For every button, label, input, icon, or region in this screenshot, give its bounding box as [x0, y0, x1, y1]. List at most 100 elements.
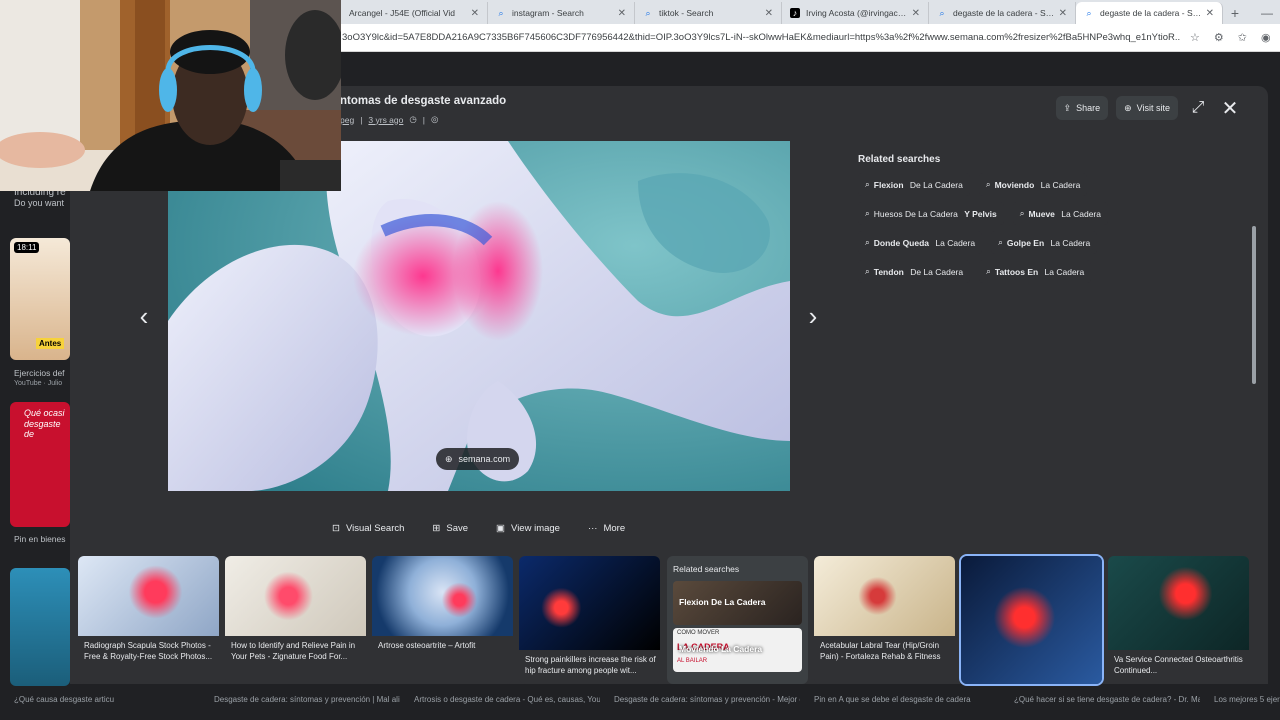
search-icon: ⌕ — [985, 179, 991, 189]
tab-degaste-search-2[interactable]: ⌕ degaste de la cadera - Search ✕ — [1076, 2, 1223, 24]
ellipsis-icon: ··· — [587, 523, 598, 534]
chip-text: La Cadera — [1042, 266, 1085, 277]
minimize-icon[interactable]: — — [1254, 2, 1280, 24]
share-icon: ⇪ — [1063, 102, 1072, 113]
visit-site-button[interactable]: ⊕ Visit site — [1116, 96, 1178, 120]
viewer-meta: peg | 3 yrs ago ◷ | ◎ — [340, 114, 438, 125]
bg-thumb-label: Qué ocasi — [24, 408, 65, 418]
extension-icon[interactable]: ⚙ — [1214, 31, 1224, 44]
view-image-button[interactable]: ▣ View image — [496, 523, 560, 534]
expand-icon: ⤢ — [1191, 99, 1205, 116]
bg-result-caption[interactable]: Desgaste de cadera: síntomas y prevenció… — [600, 695, 800, 720]
bg-image-thumbnail[interactable]: Qué ocasi desgaste de — [10, 402, 70, 527]
viewer-actions: ⇪ Share ⊕ Visit site ⤢ ✕ — [1055, 96, 1242, 120]
share-label: Share — [1076, 103, 1101, 113]
save-button[interactable]: ⊞ Save — [432, 523, 468, 534]
next-arrow[interactable]: › — [803, 301, 823, 332]
image-icon: ▣ — [496, 523, 506, 534]
image-card[interactable]: How to Identify and Relieve Pain in Your… — [225, 556, 366, 684]
share-button[interactable]: ⇪ Share — [1055, 96, 1109, 120]
source-badge[interactable]: ⊕ semana.com — [436, 448, 520, 470]
webcam-feed — [0, 0, 341, 191]
related-chip[interactable]: ⌕ Tendon De La Cadera — [858, 260, 971, 283]
tab-arcangel[interactable]: Arcangel - J54E (Official Vid ✕ — [341, 2, 488, 24]
tab-tiktok-profile[interactable]: ♪ Irving Acosta (@irvingacosta ✕ — [782, 2, 929, 24]
previous-arrow[interactable]: ‹ — [134, 301, 154, 332]
scrollbar[interactable] — [1252, 226, 1256, 384]
close-icon[interactable]: ✕ — [1206, 8, 1214, 19]
profile-icon[interactable]: ◉ — [1261, 31, 1271, 44]
image-card-caption: Acetabular Labral Tear (Hip/Groin Pain) … — [820, 641, 941, 661]
visual-search-label: Visual Search — [345, 523, 405, 534]
chip-bold-text: Flexion — [873, 179, 904, 190]
close-icon[interactable]: ✕ — [765, 8, 773, 19]
new-tab-button[interactable]: + — [1223, 2, 1247, 24]
bg-image-thumbnail[interactable] — [10, 568, 70, 686]
expand-button[interactable]: ⤢ — [1186, 96, 1210, 120]
image-card[interactable]: Strong painkillers increase the risk of … — [519, 556, 660, 684]
related-chip[interactable]: ⌕ Huesos De La Cadera Y Pelvis — [858, 202, 1004, 225]
webcam-overlay — [0, 0, 341, 191]
close-icon[interactable]: ✕ — [912, 8, 920, 19]
background-bottom-row: ¿Qué causa desgaste articu Desgaste de c… — [0, 695, 1280, 720]
close-icon[interactable]: ✕ — [618, 8, 626, 19]
tiktok-icon: ♪ — [790, 8, 800, 18]
close-icon[interactable]: ✕ — [471, 8, 479, 19]
bg-result-caption[interactable]: Artrosis o desgaste de cadera - Qué es, … — [400, 695, 600, 720]
chip-bold-text: Tendon — [873, 266, 904, 277]
related-item[interactable]: COMO MOVER LA CADERA AL BAILAR Moviendo … — [673, 628, 802, 672]
close-icon[interactable]: ✕ — [1059, 8, 1067, 19]
bg-result-caption[interactable]: Los mejores 5 ejercicios YouTube · Fisio… — [1200, 695, 1280, 720]
bg-thumb-label: desgaste de — [24, 419, 61, 439]
file-type-link[interactable]: peg — [340, 115, 354, 125]
info-icon[interactable]: ◎ — [431, 114, 438, 125]
url-text[interactable]: 3oO3Y9lc&id=5A7E8DDA216A9C7335B6F745606C… — [342, 32, 1180, 43]
related-chip[interactable]: ⌕ Moviendo La Cadera — [978, 173, 1088, 196]
chip-bold-text: Y Pelvis — [964, 208, 997, 219]
globe-icon: ⊕ — [445, 453, 453, 464]
search-icon: ⌕ — [986, 266, 991, 276]
image-card[interactable]: Artrose osteoartrite – Artofit — [372, 556, 513, 684]
tab-label: tiktok - Search — [659, 8, 714, 18]
bg-result-caption[interactable]: ¿Qué hacer si se tiene desgaste de cader… — [1000, 695, 1200, 720]
related-chips: ⌕ Flexion De La Cadera ⌕ Moviendo La Cadera… — [858, 173, 1158, 283]
star-icon[interactable]: ☆ — [1190, 31, 1200, 44]
tab-degaste-search-1[interactable]: ⌕ degaste de la cadera - Search ✕ — [929, 2, 1076, 24]
bg-text: Pin en bienes — [14, 534, 66, 544]
tab-label: degaste de la cadera - Search — [953, 8, 1055, 18]
image-card[interactable]: Acetabular Labral Tear (Hip/Groin Pain) … — [814, 556, 955, 684]
related-item[interactable]: Flexion De La Cadera — [673, 581, 802, 625]
image-card-caption: Radiograph Scapula Stock Photos - Free &… — [84, 641, 213, 661]
view-image-label: View image — [511, 523, 560, 534]
tab-instagram-search[interactable]: ⌕ instagram - Search ✕ — [488, 2, 635, 24]
related-chip[interactable]: ⌕ Mueve La Cadera — [1012, 202, 1108, 225]
close-icon: ✕ — [1221, 97, 1239, 120]
chevron-left-icon: ‹ — [139, 301, 149, 331]
related-chip[interactable]: ⌕ Tattoos En La Cadera — [979, 260, 1092, 283]
chip-text: La Cadera — [1048, 237, 1091, 248]
related-chip[interactable]: ⌕ Flexion De La Cadera — [858, 173, 970, 196]
age-link[interactable]: 3 yrs ago — [368, 115, 403, 125]
bg-result-caption[interactable]: Pin en A que se debe el desgaste de cade… — [800, 695, 1000, 720]
image-card-caption: How to Identify and Relieve Pain in Your… — [231, 641, 356, 661]
chip-bold-text: Golpe En — [1006, 237, 1045, 248]
image-card-selected[interactable] — [959, 554, 1104, 686]
bg-video-thumbnail[interactable]: 18:11 Antes — [10, 238, 70, 360]
more-button[interactable]: ··· More — [588, 523, 625, 534]
image-card[interactable]: Radiograph Scapula Stock Photos - Free &… — [78, 556, 219, 684]
image-card[interactable]: Va Service Connected Osteoarthritis Cont… — [1108, 556, 1249, 684]
related-item-overlay: COMO MOVER — [677, 630, 720, 636]
tab-tiktok-search[interactable]: ⌕ tiktok - Search ✕ — [635, 2, 782, 24]
bg-result-caption[interactable]: Desgaste de cadera: síntomas y prevenció… — [200, 695, 400, 720]
bg-result-caption[interactable]: ¿Qué causa desgaste articu — [0, 695, 200, 720]
close-button[interactable]: ✕ — [1218, 96, 1242, 120]
search-icon: ⌕ — [865, 237, 870, 247]
tab-label: degaste de la cadera - Search — [1100, 8, 1202, 18]
viewer-title[interactable]: ntomas de desgaste avanzado — [340, 95, 506, 107]
favorites-icon[interactable]: ✩ — [1238, 31, 1247, 44]
related-chip[interactable]: ⌕ Golpe En La Cadera — [991, 231, 1098, 254]
related-chip[interactable]: ⌕ Donde Queda La Cadera — [858, 231, 983, 254]
visual-search-button[interactable]: ⊡ Visual Search — [332, 523, 404, 534]
main-image[interactable]: ⊕ semana.com — [168, 141, 790, 491]
visit-label: Visit site — [1136, 103, 1170, 113]
